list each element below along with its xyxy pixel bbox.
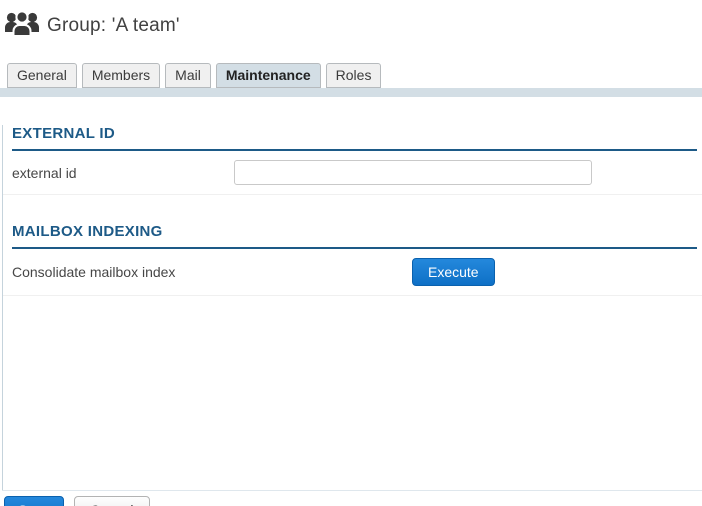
external-id-row: external id — [3, 151, 702, 195]
external-id-label: external id — [12, 165, 234, 181]
tab-roles[interactable]: Roles — [326, 63, 382, 88]
page-header: Group: 'A team' — [0, 0, 702, 63]
page-title: Group: 'A team' — [47, 15, 180, 37]
tab-maintenance[interactable]: Maintenance — [216, 63, 321, 88]
section-title-mailbox-indexing: MAILBOX INDEXING — [12, 223, 697, 249]
section-title-external-id: EXTERNAL ID — [12, 125, 697, 151]
group-icon — [4, 10, 40, 41]
maintenance-tab-panel: EXTERNAL ID external id MAILBOX INDEXING… — [2, 125, 702, 490]
consolidate-mailbox-index-row: Consolidate mailbox index Execute — [3, 249, 702, 296]
save-button[interactable]: Save — [4, 496, 64, 506]
external-id-input[interactable] — [234, 160, 592, 185]
cancel-button[interactable]: Cancel — [74, 496, 150, 506]
consolidate-mailbox-index-label: Consolidate mailbox index — [12, 264, 234, 280]
tab-members[interactable]: Members — [82, 63, 160, 88]
footer-actions: Save Cancel — [2, 490, 702, 506]
execute-button[interactable]: Execute — [412, 258, 495, 286]
tab-bar: General Members Mail Maintenance Roles — [0, 63, 702, 88]
active-tab-band — [0, 88, 702, 97]
group-maintenance-page: Group: 'A team' General Members Mail Mai… — [0, 0, 702, 506]
tab-mail[interactable]: Mail — [165, 63, 211, 88]
tab-general[interactable]: General — [7, 63, 77, 88]
